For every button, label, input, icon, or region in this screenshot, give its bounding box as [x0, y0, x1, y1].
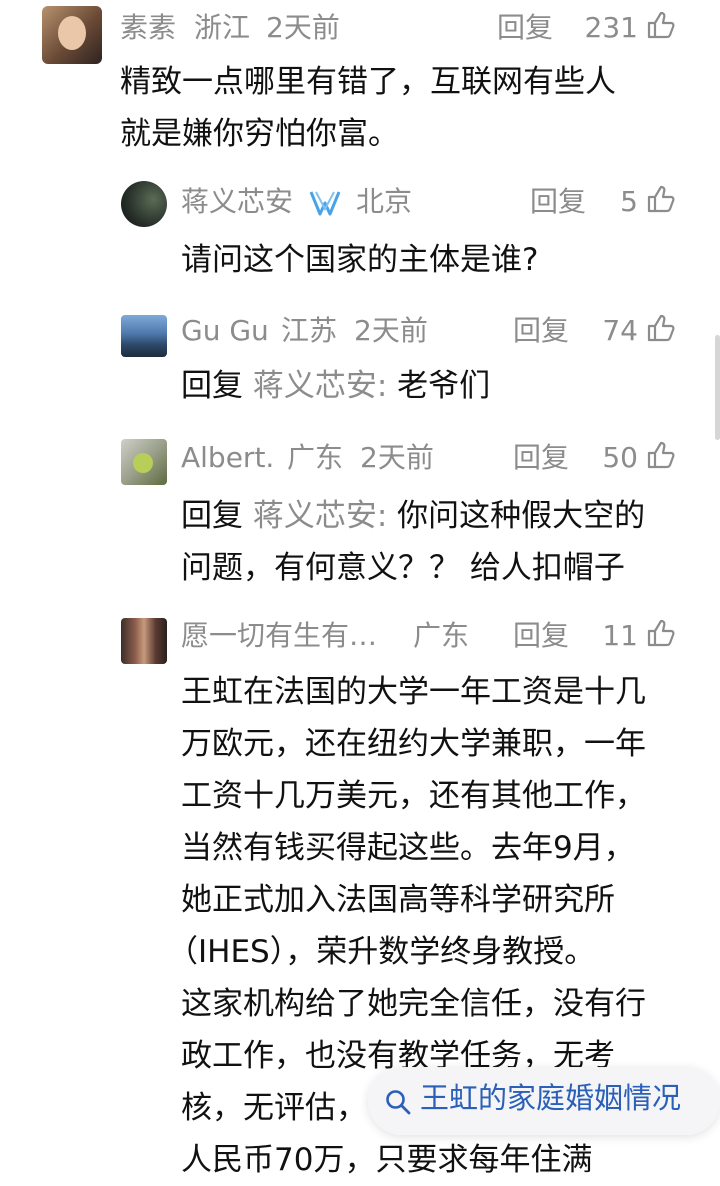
- comment-text: 请问这个国家的主体是谁?: [181, 234, 538, 286]
- timestamp: 2天前: [360, 441, 434, 474]
- avatar[interactable]: [121, 618, 167, 664]
- reply-text: 你问这种假大空的: [397, 498, 646, 534]
- like-count: 50: [602, 441, 638, 474]
- like-count: 231: [584, 11, 638, 44]
- timestamp: 2天前: [354, 314, 428, 347]
- reply-text: 老爷们: [397, 368, 491, 404]
- username[interactable]: Albert.: [181, 444, 274, 472]
- location: 北京: [356, 185, 413, 218]
- reply-prefix: 回复: [181, 368, 243, 404]
- text-line: 问题，有何意义？？ 给人扣帽子: [181, 550, 625, 586]
- reply-target-user[interactable]: 蒋义芯安:: [253, 498, 387, 534]
- text-line: 精致一点哪里有错了，互联网有些人: [120, 64, 616, 100]
- text-line: 就是嫌你穷怕你富。: [120, 116, 399, 152]
- like-count: 11: [602, 619, 638, 652]
- thumbs-up-icon[interactable]: [646, 10, 676, 40]
- timestamp: 2天前: [266, 11, 340, 44]
- reply-target-user[interactable]: 蒋义芯安:: [253, 368, 387, 404]
- reply-button[interactable]: 回复: [530, 188, 586, 216]
- location: 江苏: [281, 314, 338, 347]
- text-line: 她正式加入法国高等科学研究所: [181, 882, 615, 918]
- reply-button[interactable]: 回复: [513, 317, 569, 345]
- reply-button[interactable]: 回复: [497, 14, 553, 42]
- text-line: 请问这个国家的主体是谁?: [181, 242, 539, 278]
- location: 广东: [287, 441, 344, 474]
- text-line: 当然有钱买得起这些。去年9月，: [181, 830, 635, 866]
- text-line: 王虹在法国的大学一年工资是十几: [181, 674, 646, 710]
- reply-button[interactable]: 回复: [513, 622, 569, 650]
- thumbs-up-icon[interactable]: [646, 618, 676, 648]
- text-line: 工资十几万美元，还有其他工作，: [181, 778, 646, 814]
- thumbs-up-icon[interactable]: [646, 184, 676, 214]
- verified-badge-icon: [309, 191, 341, 216]
- comment-text: 精致一点哪里有错了，互联网有些人 就是嫌你穷怕你富。: [120, 56, 616, 160]
- scrollbar[interactable]: [715, 335, 720, 440]
- avatar[interactable]: [121, 181, 167, 227]
- username[interactable]: 蒋义芯安: [181, 188, 293, 216]
- avatar[interactable]: [121, 315, 167, 357]
- text-line: （IHES），荣升数学终身教授。: [167, 934, 596, 970]
- text-line: 回复 蒋义芯安: 你问这种假大空的: [181, 490, 645, 542]
- like-count: 5: [620, 185, 638, 218]
- comment-text: 回复 蒋义芯安: 你问这种假大空的 问题，有何意义？？ 给人扣帽子: [181, 490, 645, 594]
- text-line: 回复 蒋义芯安: 老爷们: [181, 360, 490, 412]
- username[interactable]: 素素: [120, 14, 176, 42]
- location: 浙江: [194, 11, 251, 44]
- text-line: 人民币70万，只要求每年住满: [181, 1142, 593, 1178]
- reply-prefix: 回复: [181, 498, 243, 534]
- thumbs-up-icon[interactable]: [646, 440, 676, 470]
- search-icon: [386, 1090, 411, 1115]
- search-suggestion-text[interactable]: 王虹的家庭婚姻情况: [420, 1084, 681, 1113]
- thumbs-up-icon[interactable]: [646, 313, 676, 343]
- location: 广东: [413, 619, 470, 652]
- reply-button[interactable]: 回复: [513, 444, 569, 472]
- avatar[interactable]: [121, 439, 167, 485]
- username[interactable]: 愿一切有生有…: [181, 622, 377, 650]
- comment-text: 回复 蒋义芯安: 老爷们: [181, 360, 490, 412]
- avatar[interactable]: [42, 6, 102, 64]
- text-line: 这家机构给了她完全信任，没有行: [181, 986, 646, 1022]
- like-count: 74: [602, 314, 638, 347]
- username[interactable]: Gu Gu: [181, 317, 269, 345]
- text-line: 万欧元，还在纽约大学兼职，一年: [181, 726, 646, 762]
